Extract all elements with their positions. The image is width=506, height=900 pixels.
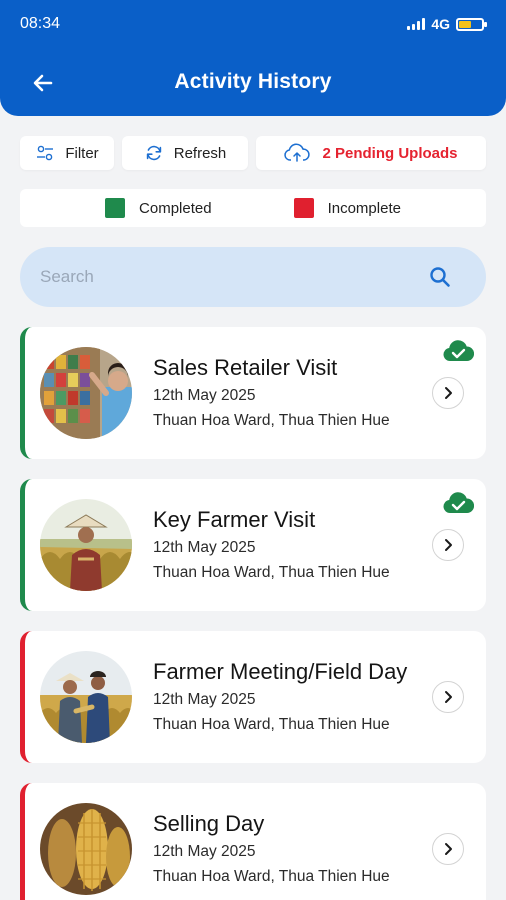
search-bar <box>20 247 486 307</box>
activity-card[interactable]: Selling Day 12th May 2025 Thuan Hoa Ward… <box>20 783 486 900</box>
refresh-icon <box>146 145 161 161</box>
activity-title: Farmer Meeting/Field Day <box>153 659 408 684</box>
activity-location: Thuan Hoa Ward, Thua Thien Hue <box>153 868 390 885</box>
chevron-right-icon <box>445 843 452 855</box>
activity-photo-retailer <box>40 347 132 439</box>
pending-uploads-button[interactable]: 2 Pending Uploads <box>256 136 486 170</box>
activity-card[interactable]: Sales Retailer Visit 12th May 2025 Thuan… <box>20 327 486 459</box>
app-bar: Activity History <box>0 48 506 116</box>
status-bar: 08:34 4G <box>0 0 506 48</box>
refresh-label: Refresh <box>173 144 227 162</box>
completed-label: Completed <box>139 199 212 217</box>
activity-photo-field-day <box>40 651 132 743</box>
activity-date: 12th May 2025 <box>153 843 256 860</box>
open-activity-button[interactable] <box>432 529 464 561</box>
open-activity-button[interactable] <box>432 377 464 409</box>
activity-card[interactable]: Farmer Meeting/Field Day 12th May 2025 T… <box>20 631 486 763</box>
chevron-right-icon <box>445 539 452 551</box>
status-legend: Completed Incomplete <box>20 189 486 227</box>
search-icon[interactable] <box>428 265 452 289</box>
activity-location: Thuan Hoa Ward, Thua Thien Hue <box>153 716 390 733</box>
refresh-button[interactable]: Refresh <box>122 136 248 170</box>
chevron-right-icon <box>445 691 452 703</box>
page-title: Activity History <box>174 70 332 93</box>
legend-incomplete: Incomplete <box>293 198 401 218</box>
status-icons: 4G <box>407 16 487 32</box>
activity-date: 12th May 2025 <box>153 387 256 404</box>
activity-location: Thuan Hoa Ward, Thua Thien Hue <box>153 564 390 581</box>
activity-location: Thuan Hoa Ward, Thua Thien Hue <box>153 412 390 429</box>
signal-icon <box>407 18 426 30</box>
back-button[interactable] <box>28 68 58 98</box>
activity-date: 12th May 2025 <box>153 691 256 708</box>
filter-button[interactable]: Filter <box>20 136 114 170</box>
incomplete-swatch <box>293 198 314 218</box>
chevron-right-icon <box>445 387 452 399</box>
arrow-left-icon <box>33 74 53 92</box>
pending-uploads-label: 2 Pending Uploads <box>322 144 458 162</box>
activity-photo-selling-day <box>40 803 132 895</box>
cloud-upload-icon <box>284 143 311 162</box>
filter-label: Filter <box>65 144 99 162</box>
activity-photo-farmer <box>40 499 132 591</box>
toolbar: Filter Refresh 2 Pending Uploads <box>20 136 486 170</box>
status-time: 08:34 <box>20 15 61 32</box>
legend-completed: Completed <box>105 198 212 218</box>
activity-card[interactable]: Key Farmer Visit 12th May 2025 Thuan Hoa… <box>20 479 486 611</box>
network-type: 4G <box>431 16 450 32</box>
activity-title: Sales Retailer Visit <box>153 355 338 380</box>
completed-swatch <box>105 198 126 218</box>
cloud-check-icon <box>443 340 474 361</box>
battery-icon <box>456 17 487 31</box>
open-activity-button[interactable] <box>432 681 464 713</box>
incomplete-label: Incomplete <box>327 199 401 217</box>
search-input[interactable] <box>40 267 428 287</box>
filter-sliders-icon <box>37 145 54 161</box>
activity-title: Selling Day <box>153 811 265 836</box>
activity-date: 12th May 2025 <box>153 539 256 556</box>
activity-title: Key Farmer Visit <box>153 507 316 532</box>
open-activity-button[interactable] <box>432 833 464 865</box>
cloud-check-icon <box>443 492 474 513</box>
